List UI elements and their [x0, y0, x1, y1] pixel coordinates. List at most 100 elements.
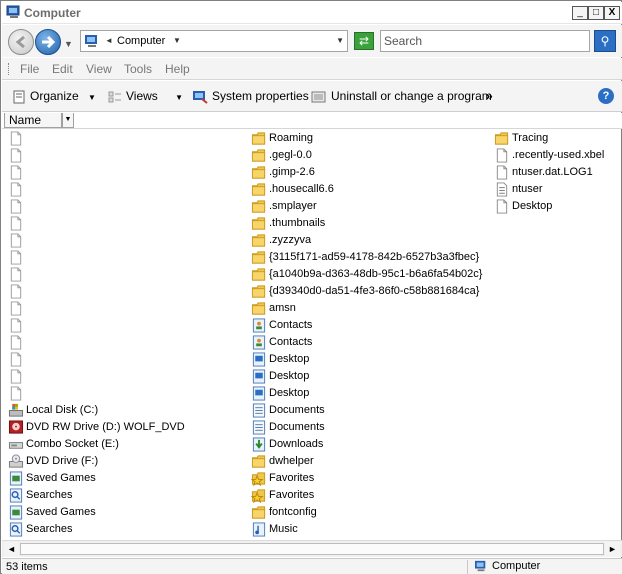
folder-icon — [494, 132, 509, 145]
list-item-label: Tracing — [512, 132, 549, 144]
breadcrumb-computer[interactable]: Computer — [117, 35, 165, 47]
list-item-label: {3115f171-ad59-4178-842b-6527b3a3fbec} — [269, 251, 480, 263]
window-title: Computer — [24, 6, 81, 20]
folder-icon — [251, 268, 266, 281]
refresh-button[interactable]: ⇄ — [354, 32, 374, 50]
list-item-label: .thumbnails — [269, 217, 326, 229]
folder-icon — [251, 234, 266, 247]
close-button[interactable]: X — [604, 6, 620, 20]
status-bar: 53 items Computer — [2, 558, 622, 574]
search-input[interactable] — [380, 30, 590, 52]
list-item-label: dwhelper — [269, 455, 314, 467]
breadcrumb-chevron-icon[interactable]: ▼ — [173, 36, 181, 45]
refresh-icon: ⇄ — [358, 34, 370, 48]
system-properties-label: System properties — [212, 89, 309, 103]
system-properties-icon — [193, 90, 208, 104]
list-item-label: Roaming — [269, 132, 314, 144]
list-item-label: {d39340d0-da51-4fe3-86f0-c58b881684ca} — [269, 285, 480, 297]
list-item-label: Contacts — [269, 336, 313, 348]
list-item-label: Contacts — [269, 319, 313, 331]
desktop-folder-icon — [252, 369, 266, 384]
uninstall-button[interactable]: Uninstall or change a program — [311, 89, 492, 104]
organize-button[interactable]: Organize ▼ — [12, 89, 96, 104]
list-item-label: fontconfig — [269, 506, 317, 518]
menu-bar: File Edit View Tools Help — [2, 58, 622, 80]
downloads-icon — [252, 437, 266, 452]
folder-icon — [251, 132, 266, 145]
searches-icon — [9, 488, 23, 503]
back-arrow-icon — [15, 35, 25, 49]
blank-file-icon — [10, 386, 22, 401]
views-label: Views — [126, 89, 158, 103]
views-icon — [108, 91, 121, 103]
address-bar[interactable]: ◄ Computer ▼ ▼ — [80, 30, 348, 52]
blank-file-icon — [10, 250, 22, 265]
folder-icon — [251, 302, 266, 315]
breadcrumb-arrow-icon[interactable]: ◄ — [105, 36, 113, 45]
minimize-button[interactable]: _ — [572, 6, 588, 20]
scroll-thumb[interactable] — [20, 543, 604, 555]
folder-icon — [251, 217, 266, 230]
menu-view[interactable]: View — [86, 62, 112, 76]
list-item-label: Saved Games — [26, 472, 96, 484]
forward-button[interactable] — [35, 29, 61, 55]
column-dropdown-icon[interactable]: ▼ — [62, 113, 74, 128]
blank-file-icon — [10, 165, 22, 180]
music-icon — [252, 522, 266, 537]
organize-icon — [13, 90, 25, 104]
menu-tools[interactable]: Tools — [124, 62, 152, 76]
scroll-right-icon[interactable]: ► — [605, 542, 620, 557]
local-disk-icon — [8, 403, 24, 417]
menu-edit[interactable]: Edit — [52, 62, 73, 76]
search-icon: ⚲ — [600, 34, 610, 48]
menu-grip — [8, 63, 10, 75]
list-item-label: ntuser.dat.LOG1 — [512, 166, 593, 178]
text-file-icon — [496, 182, 508, 197]
forward-arrow-icon — [42, 35, 56, 49]
list-item-label: .gegl-0.0 — [269, 149, 312, 161]
list-item-label: .gimp-2.6 — [269, 166, 315, 178]
views-chevron-icon: ▼ — [175, 93, 184, 102]
scroll-left-icon[interactable]: ◄ — [4, 542, 19, 557]
address-dropdown-icon[interactable]: ▼ — [336, 36, 344, 45]
menu-file[interactable]: File — [20, 62, 39, 76]
desktop-folder-icon — [252, 386, 266, 401]
name-column-header[interactable]: Name — [4, 113, 62, 128]
saved-games-icon — [9, 505, 23, 520]
menu-help[interactable]: Help — [165, 62, 190, 76]
file-icon — [496, 199, 508, 214]
help-icon[interactable]: ? — [598, 88, 614, 104]
address-row: ▼ ◄ Computer ▼ ▼ ⇄ ⚲ — [2, 25, 622, 57]
saved-games-icon — [9, 471, 23, 486]
list-item-label: Combo Socket (E:) — [26, 438, 119, 450]
searches-icon — [9, 522, 23, 537]
list-item-label: Favorites — [269, 489, 315, 501]
search-button[interactable]: ⚲ — [594, 30, 616, 52]
blank-file-icon — [10, 301, 22, 316]
list-item-label: Desktop — [269, 370, 310, 382]
horizontal-scrollbar[interactable]: ◄ ► — [2, 540, 622, 557]
folder-icon — [251, 200, 266, 213]
favorites-icon — [251, 472, 266, 486]
list-item-label: Music — [269, 523, 298, 535]
documents-icon — [252, 403, 266, 418]
list-item-label: .housecall6.6 — [269, 183, 334, 195]
back-button[interactable] — [8, 29, 34, 55]
maximize-button[interactable]: □ — [588, 6, 604, 20]
favorites-icon — [251, 489, 266, 503]
list-item-label: {a1040b9a-d363-48db-95c1-b6a6fa54b02c} — [269, 268, 483, 280]
folder-icon — [251, 285, 266, 298]
desktop-folder-icon — [252, 352, 266, 367]
more-commands-button[interactable]: » — [486, 89, 493, 103]
list-item-label: DVD Drive (F:) — [26, 455, 99, 467]
folder-icon — [251, 166, 266, 179]
blank-file-icon — [10, 369, 22, 384]
status-location: Computer — [474, 560, 540, 572]
views-button[interactable]: Views ▼ — [108, 89, 183, 104]
list-item-label: Searches — [26, 523, 73, 535]
file-icon — [496, 148, 508, 163]
recent-pages-chevron-icon[interactable]: ▼ — [64, 39, 73, 49]
system-properties-button[interactable]: System properties — [192, 89, 309, 104]
blank-file-icon — [10, 182, 22, 197]
blank-file-icon — [10, 284, 22, 299]
